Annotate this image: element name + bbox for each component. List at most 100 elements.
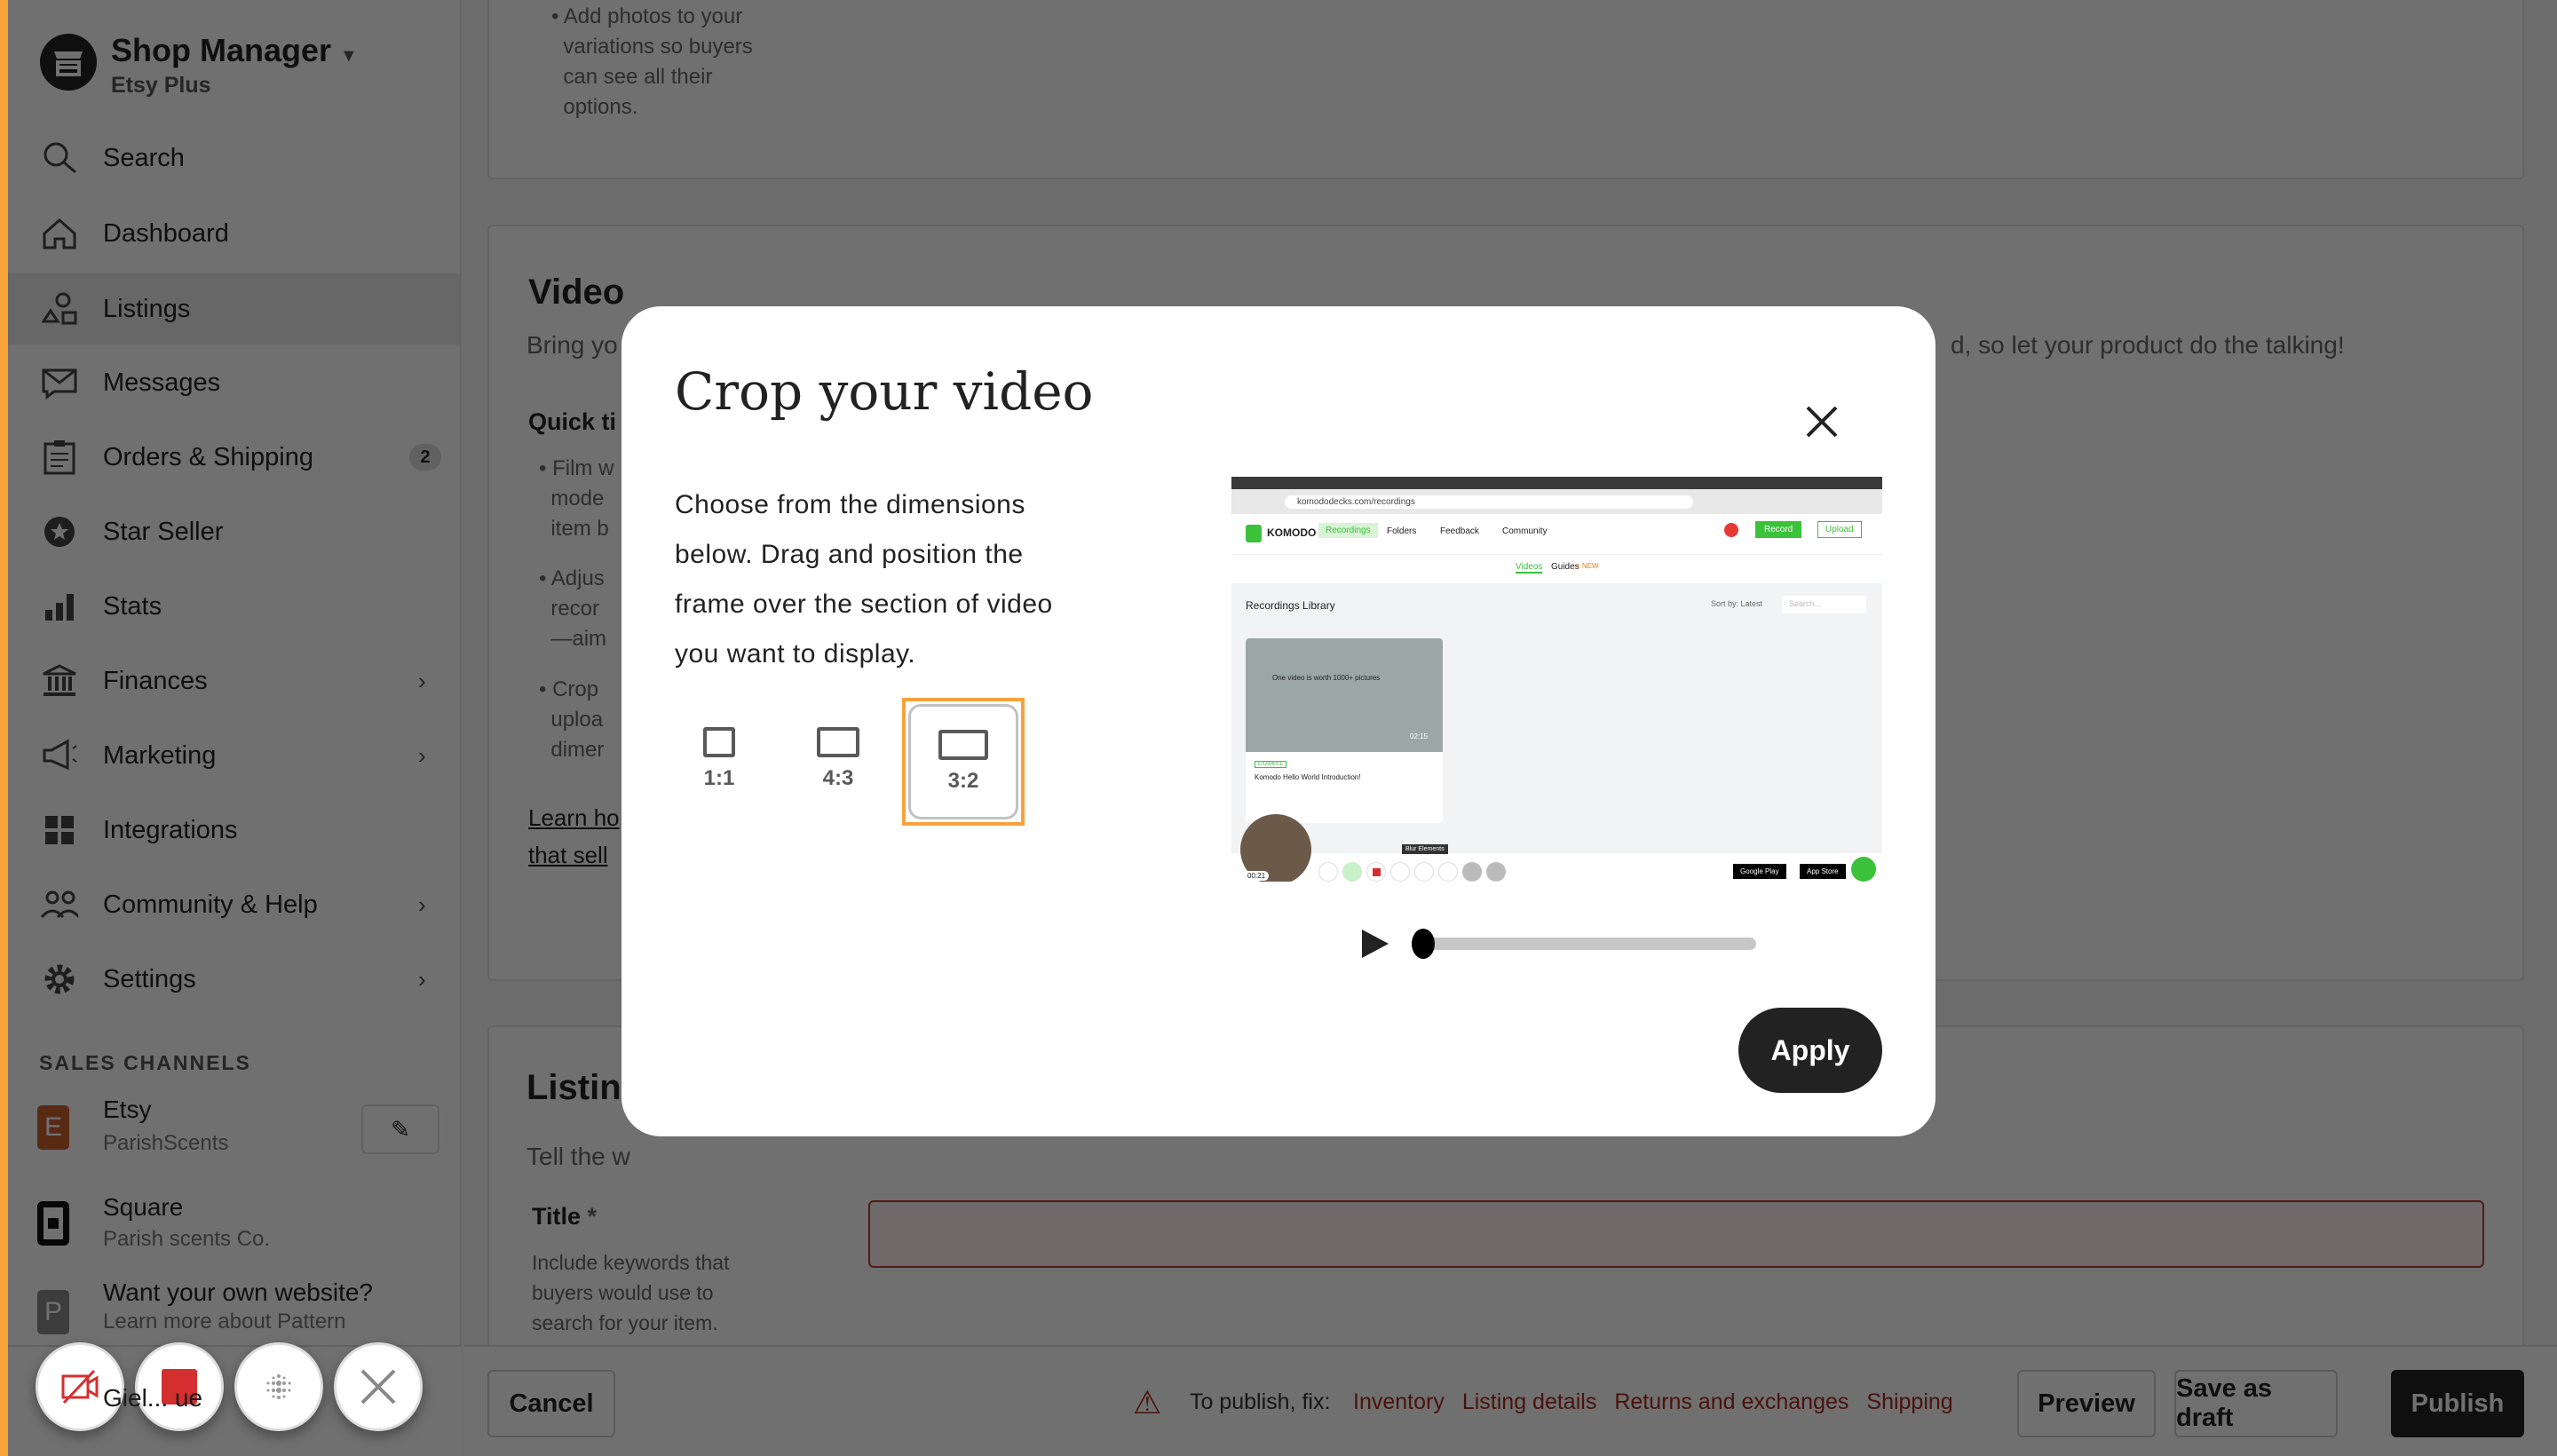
sidebar-item-integrations[interactable]: Integrations — [8, 795, 462, 866]
rectangle-ratio-icon — [817, 727, 859, 757]
play-icon — [1362, 930, 1389, 958]
sidebar-item-orders-shipping[interactable]: Orders & Shipping 2 — [8, 422, 462, 493]
quick-tips-heading: Quick ti — [528, 408, 617, 435]
listing-details-description: Tell the w — [526, 1143, 630, 1170]
pattern-promo-link[interactable]: Learn more about Pattern — [103, 1310, 346, 1334]
tip-2: • Adjus recor —aim — [539, 566, 607, 651]
gear-icon — [41, 961, 78, 998]
sidebar-item-settings[interactable]: Settings › — [8, 944, 462, 1015]
playback-slider[interactable] — [1412, 929, 1756, 959]
preview-app-header: KOMODO Recordings Folders Feedback Commu… — [1231, 514, 1882, 555]
fix-link-inventory[interactable]: Inventory — [1353, 1389, 1445, 1415]
square-ratio-icon — [703, 727, 735, 757]
bar-chart-icon — [41, 588, 78, 625]
shop-logo-icon[interactable] — [40, 34, 97, 91]
title-label: Title * — [532, 1203, 598, 1230]
preview-address-bar: komododecks.com/recordings — [1231, 489, 1882, 514]
recording-border — [0, 0, 8, 1456]
modal-title: Crop your video — [675, 361, 1094, 422]
channel-etsy-shop: ParishScents — [103, 1131, 229, 1155]
cancel-button[interactable]: Cancel — [487, 1370, 615, 1437]
envelope-icon — [41, 364, 78, 401]
sidebar-item-community-help[interactable]: Community & Help › — [8, 869, 462, 940]
close-icon — [1806, 406, 1838, 438]
play-button[interactable] — [1358, 928, 1390, 960]
clipboard-icon — [41, 439, 78, 476]
fix-link-returns[interactable]: Returns and exchanges — [1614, 1389, 1848, 1415]
ratio-1-1-button[interactable]: 1:1 — [675, 701, 764, 817]
ratio-3-2-button[interactable]: 3:2 — [908, 704, 1018, 819]
square-channel-icon — [37, 1201, 69, 1246]
sidebar-item-dashboard[interactable]: Dashboard — [8, 198, 462, 269]
title-input[interactable] — [868, 1200, 2484, 1268]
sidebar-item-marketing[interactable]: Marketing › — [8, 720, 462, 791]
pencil-icon: ✎ — [391, 1115, 410, 1143]
shop-manager-title[interactable]: Shop Manager ▼ — [111, 32, 358, 69]
channel-etsy-name[interactable]: Etsy — [103, 1096, 151, 1124]
preview-video-card: One video is worth 1000+ pictures 02:15 E… — [1246, 638, 1443, 823]
discard-recording-button[interactable] — [334, 1342, 423, 1431]
video-description: Bring yo — [526, 331, 618, 359]
caret-down-icon: ▼ — [340, 46, 358, 66]
ratio-4-3-button[interactable]: 4:3 — [785, 701, 891, 817]
save-draft-button[interactable]: Save as draft — [2174, 1370, 2338, 1437]
channel-square-name[interactable]: Square — [103, 1193, 183, 1222]
crop-video-modal: Crop your video Choose from the dimensio… — [621, 306, 1936, 1136]
shapes-icon — [41, 290, 78, 328]
chevron-right-icon: › — [418, 667, 426, 694]
ratio-label: 1:1 — [703, 766, 735, 790]
pattern-channel-icon: P — [37, 1290, 69, 1334]
video-preview[interactable]: komododecks.com/recordings KOMODO Record… — [1231, 477, 1882, 882]
preview-tooltip: Blur Elements — [1402, 844, 1448, 854]
video-description-end: d, so let your product do the talking! — [1951, 331, 2345, 359]
edit-channel-button[interactable]: ✎ — [361, 1104, 439, 1154]
fix-link-shipping[interactable]: Shipping — [1866, 1389, 1952, 1415]
pattern-promo-title[interactable]: Want your own website? — [103, 1278, 373, 1307]
chevron-right-icon: › — [418, 741, 426, 769]
etsy-channel-icon: E — [37, 1105, 69, 1150]
ratio-label: 4:3 — [822, 766, 854, 790]
apply-button[interactable]: Apply — [1738, 1008, 1882, 1093]
sales-channels-heading: SALES CHANNELS — [39, 1051, 251, 1074]
learn-more-link[interactable]: Learn ho that sell — [528, 799, 620, 874]
tip-3: • Crop uploa dimer — [539, 677, 605, 762]
chevron-right-icon: › — [418, 965, 426, 993]
sidebar-item-search[interactable]: Search — [8, 123, 462, 194]
camera-off-icon — [61, 1369, 99, 1405]
shop-plan: Etsy Plus — [111, 73, 211, 98]
orders-count-badge: 2 — [409, 444, 441, 471]
people-icon — [41, 886, 78, 923]
preview-recorder-toolbar — [1318, 862, 1506, 882]
blur-button[interactable] — [234, 1342, 323, 1431]
channel-square-shop: Parish scents Co. — [103, 1227, 271, 1251]
sidebar: Shop Manager ▼ Etsy Plus Search Dashboar… — [8, 0, 462, 1456]
wide-rectangle-ratio-icon — [938, 730, 988, 760]
sidebar-item-star-seller[interactable]: Star Seller — [8, 496, 462, 567]
listing-action-bar: Cancel ⚠ To publish, fix: Inventory List… — [463, 1345, 2557, 1456]
fix-links: Inventory Listing details Returns and ex… — [1353, 1389, 1953, 1415]
publish-button[interactable]: Publish — [2391, 1370, 2524, 1437]
bank-icon — [41, 662, 78, 700]
playback-slider-thumb[interactable] — [1412, 929, 1435, 959]
close-button[interactable] — [1795, 395, 1848, 448]
preview-button[interactable]: Preview — [2017, 1370, 2156, 1437]
listing-details-title: Listin — [526, 1068, 621, 1107]
preview-tabs: Videos Guides + NEW — [1231, 555, 1882, 583]
title-help: Include keywords that buyers would use to… — [532, 1251, 730, 1334]
close-icon — [360, 1369, 396, 1405]
preview-library-title: Recordings Library — [1246, 599, 1335, 612]
sidebar-item-messages[interactable]: Messages — [8, 347, 462, 418]
grid-icon — [41, 811, 78, 849]
account-name[interactable]: Giel... ue — [103, 1384, 202, 1412]
sidebar-item-finances[interactable]: Finances › — [8, 645, 462, 716]
preview-timer: 00:21 — [1244, 871, 1270, 881]
modal-description: Choose from the dimensions below. Drag an… — [675, 490, 1053, 669]
fix-link-listing-details[interactable]: Listing details — [1462, 1389, 1596, 1415]
sidebar-item-stats[interactable]: Stats — [8, 571, 462, 642]
sidebar-item-listings[interactable]: Listings — [8, 273, 462, 344]
preview-sort: Sort by: Latest — [1711, 599, 1763, 608]
video-section-title: Video — [528, 273, 625, 312]
preview-search: Search... — [1782, 596, 1866, 613]
publish-fix-prefix: To publish, fix: — [1190, 1389, 1331, 1414]
variations-card: • Add photos to your variations so buyer… — [487, 0, 2524, 179]
